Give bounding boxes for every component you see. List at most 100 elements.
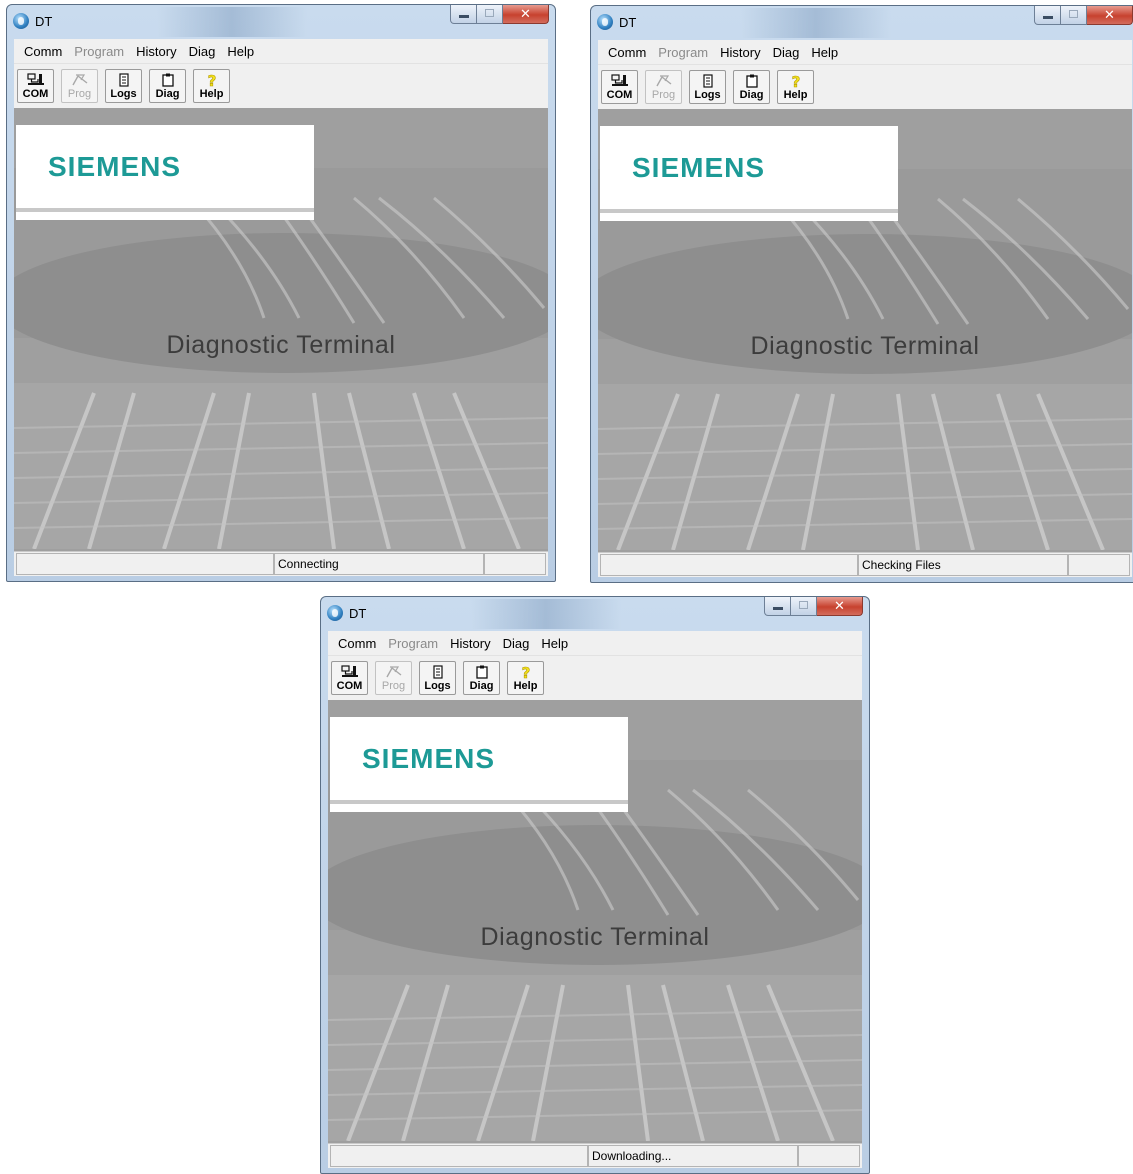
diag-button[interactable]: Diag xyxy=(149,69,186,103)
close-button[interactable]: ✕ xyxy=(1087,6,1133,25)
app-icon[interactable] xyxy=(327,605,343,621)
maximize-button[interactable] xyxy=(1061,6,1087,25)
toolbar: COM Prog Logs Diag ? Help xyxy=(598,65,1132,110)
app-icon[interactable] xyxy=(597,14,613,30)
com-button[interactable]: COM xyxy=(331,661,368,695)
com-label: COM xyxy=(606,89,633,101)
splash-panel: SIEMENS Diagnostic Terminal xyxy=(328,700,862,1144)
diag-icon xyxy=(159,73,177,87)
diag-button[interactable]: Diag xyxy=(463,661,500,695)
menu-diag[interactable]: Diag xyxy=(497,636,536,651)
minimize-button[interactable] xyxy=(764,597,791,616)
menu-diag[interactable]: Diag xyxy=(767,45,806,60)
minimize-icon xyxy=(773,607,783,610)
close-button[interactable]: ✕ xyxy=(503,5,549,24)
menu-comm[interactable]: Comm xyxy=(602,45,652,60)
logs-icon xyxy=(699,74,717,88)
menu-history[interactable]: History xyxy=(444,636,496,651)
dt-window-connecting: DT ✕ Comm Program History Diag Help COM … xyxy=(6,4,556,582)
app-icon[interactable] xyxy=(13,13,29,29)
siemens-logo: SIEMENS xyxy=(632,152,766,183)
maximize-icon xyxy=(799,601,808,609)
diag-icon xyxy=(473,665,491,679)
menu-comm[interactable]: Comm xyxy=(18,44,68,59)
logo-panel: SIEMENS xyxy=(16,125,314,208)
help-icon: ? xyxy=(787,74,805,88)
logo-underline xyxy=(330,804,628,812)
title-bar[interactable]: DT ✕ xyxy=(321,597,869,631)
status-pane-right xyxy=(798,1145,860,1167)
com-icon xyxy=(340,665,359,679)
close-icon: ✕ xyxy=(520,6,531,21)
caption-buttons: ✕ xyxy=(764,597,863,616)
com-label: COM xyxy=(336,680,363,692)
diag-label: Diag xyxy=(469,680,494,692)
prog-button: Prog xyxy=(375,661,412,695)
splash-title: Diagnostic Terminal xyxy=(166,331,396,359)
help-button[interactable]: ? Help xyxy=(193,69,230,103)
menu-help[interactable]: Help xyxy=(221,44,260,59)
menu-help[interactable]: Help xyxy=(805,45,844,60)
close-button[interactable]: ✕ xyxy=(817,597,863,616)
status-pane-left xyxy=(600,554,858,576)
splash-title: Diagnostic Terminal xyxy=(750,332,980,360)
title-bar[interactable]: DT ✕ xyxy=(7,5,555,39)
logs-button[interactable]: Logs xyxy=(419,661,456,695)
prog-icon xyxy=(71,73,89,87)
maximize-button[interactable] xyxy=(477,5,503,24)
splash-panel: SIEMENS Diagnostic Terminal xyxy=(598,109,1132,553)
status-pane-message: Downloading... xyxy=(588,1145,798,1167)
com-button[interactable]: COM xyxy=(601,70,638,104)
menu-history[interactable]: History xyxy=(130,44,182,59)
logs-button[interactable]: Logs xyxy=(689,70,726,104)
prog-button: Prog xyxy=(645,70,682,104)
dt-window-checking-files: DT ✕ Comm Program History Diag Help COM … xyxy=(590,5,1133,583)
close-icon: ✕ xyxy=(834,598,845,613)
maximize-icon xyxy=(485,9,494,17)
prog-icon xyxy=(655,74,673,88)
logo-panel: SIEMENS xyxy=(600,126,898,209)
minimize-button[interactable] xyxy=(450,5,477,24)
logs-label: Logs xyxy=(694,89,721,101)
toolbar: COM Prog Logs Diag ? Help xyxy=(328,656,862,701)
menu-program: Program xyxy=(388,635,439,651)
help-label: Help xyxy=(199,88,224,100)
status-pane-message: Connecting xyxy=(274,553,484,575)
caption-buttons: ✕ xyxy=(450,5,549,24)
diag-label: Diag xyxy=(739,89,764,101)
svg-text:?: ? xyxy=(791,74,800,88)
maximize-button[interactable] xyxy=(791,597,817,616)
siemens-logo: SIEMENS xyxy=(362,743,496,774)
diag-label: Diag xyxy=(155,88,180,100)
menu-bar: Comm Program History Diag Help xyxy=(14,39,548,64)
minimize-button[interactable] xyxy=(1034,6,1061,25)
status-pane-right xyxy=(1068,554,1130,576)
help-icon: ? xyxy=(517,665,535,679)
status-pane-left xyxy=(330,1145,588,1167)
help-button[interactable]: ? Help xyxy=(507,661,544,695)
menu-history[interactable]: History xyxy=(714,45,766,60)
status-bar: Downloading... xyxy=(328,1143,862,1168)
menu-help[interactable]: Help xyxy=(535,636,574,651)
logo-underline xyxy=(600,213,898,221)
diag-icon xyxy=(743,74,761,88)
caption-buttons: ✕ xyxy=(1034,6,1133,25)
menu-program: Program xyxy=(658,44,709,60)
prog-icon xyxy=(385,665,403,679)
help-label: Help xyxy=(513,680,538,692)
svg-text:?: ? xyxy=(521,665,530,679)
status-bar: Checking Files xyxy=(598,552,1132,577)
client-area: Comm Program History Diag Help COM Prog … xyxy=(328,631,862,1168)
logs-button[interactable]: Logs xyxy=(105,69,142,103)
svg-text:?: ? xyxy=(207,73,216,87)
help-button[interactable]: ? Help xyxy=(777,70,814,104)
menu-diag[interactable]: Diag xyxy=(183,44,222,59)
status-pane-message: Checking Files xyxy=(858,554,1068,576)
com-button[interactable]: COM xyxy=(17,69,54,103)
siemens-logo: SIEMENS xyxy=(48,151,182,182)
client-area: Comm Program History Diag Help COM Prog … xyxy=(598,40,1132,577)
menu-comm[interactable]: Comm xyxy=(332,636,382,651)
title-bar[interactable]: DT ✕ xyxy=(591,6,1133,40)
diag-button[interactable]: Diag xyxy=(733,70,770,104)
splash-title: Diagnostic Terminal xyxy=(480,923,710,951)
